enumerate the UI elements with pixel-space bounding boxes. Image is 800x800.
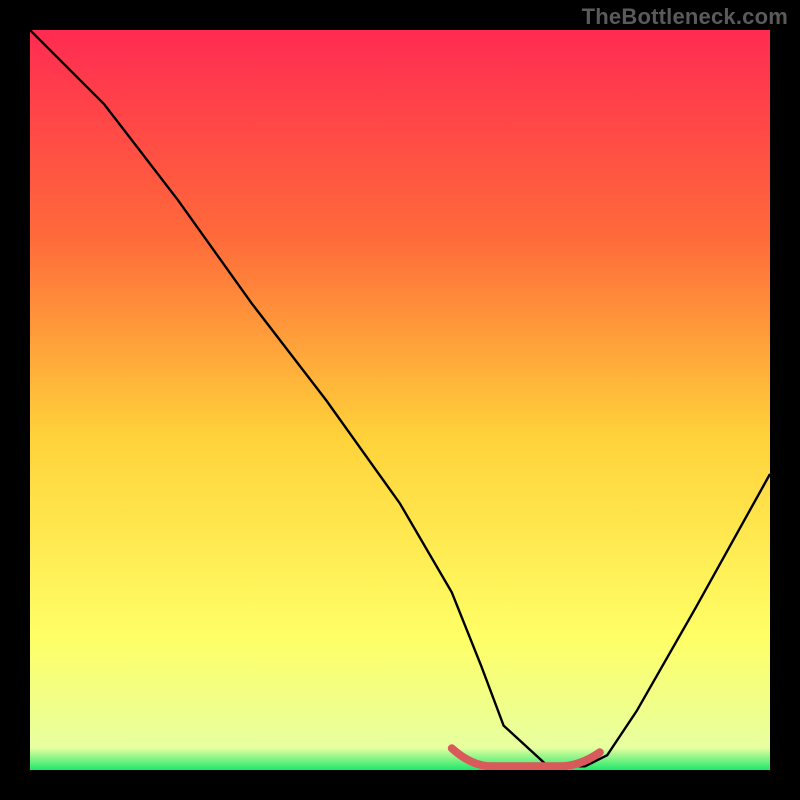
chart-svg (30, 30, 770, 770)
watermark-text: TheBottleneck.com (582, 4, 788, 30)
chart-container: TheBottleneck.com (0, 0, 800, 800)
plot-area (30, 30, 770, 770)
gradient-background (30, 30, 770, 770)
